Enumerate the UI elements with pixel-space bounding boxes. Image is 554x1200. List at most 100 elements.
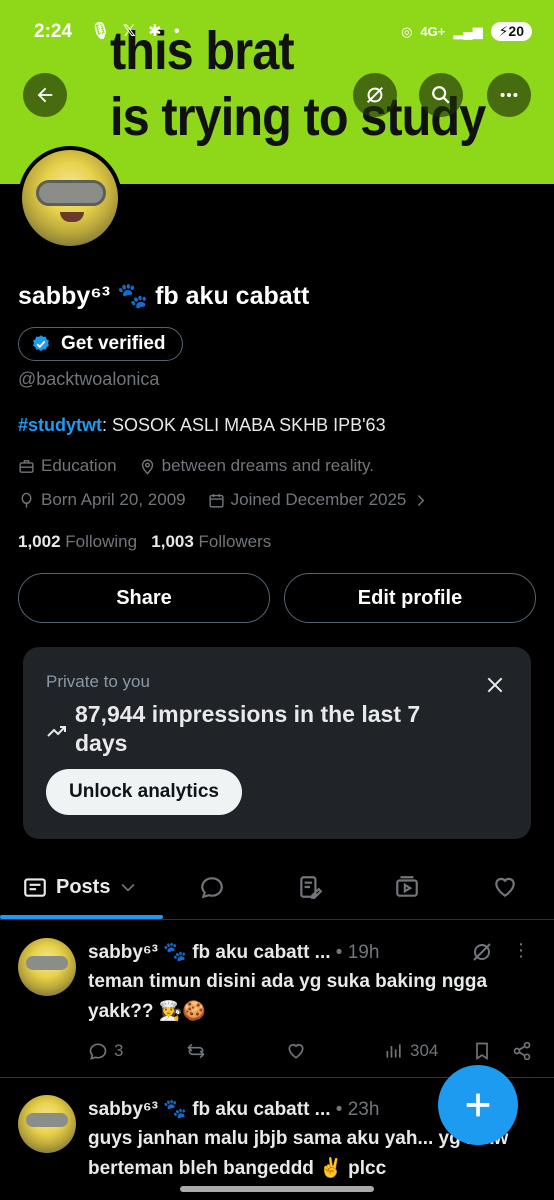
battery-level: 20 bbox=[508, 23, 524, 39]
tab-replies[interactable] bbox=[199, 874, 225, 900]
followers-link[interactable]: 1,003 Followers bbox=[151, 532, 271, 551]
avatar-goggle bbox=[26, 956, 68, 970]
profile-avatar[interactable] bbox=[18, 146, 122, 250]
category-label: Education bbox=[41, 456, 117, 475]
tab-media[interactable] bbox=[394, 874, 420, 900]
bookmark-button[interactable] bbox=[472, 1041, 492, 1061]
analytics-card: Private to you 87,944 impressions in the… bbox=[23, 647, 531, 839]
tabs-divider bbox=[0, 919, 554, 920]
joined-item[interactable]: Joined December 2025 bbox=[208, 490, 430, 510]
get-verified-label: Get verified bbox=[61, 333, 166, 354]
arrow-left-icon bbox=[37, 87, 53, 103]
profile-meta-row-2: Born April 20, 2009 Joined December 2025 bbox=[18, 490, 429, 510]
grok-icon bbox=[366, 86, 384, 104]
posts-icon bbox=[24, 878, 46, 897]
bio-text: : SOSOK ASLI MABA SKHB IPB'63 bbox=[102, 415, 386, 435]
more-horizontal-icon bbox=[500, 92, 518, 98]
followers-label: Followers bbox=[198, 532, 272, 551]
bar-chart-icon bbox=[386, 1044, 401, 1058]
location-label: between dreams and reality. bbox=[161, 456, 374, 475]
impressions-text: 87,944 impressions in the last 7 days bbox=[75, 701, 421, 756]
like-button[interactable] bbox=[286, 1041, 306, 1061]
close-icon[interactable] bbox=[485, 675, 505, 695]
post-avatar[interactable] bbox=[18, 1095, 76, 1153]
status-bar: 2:24 🎙 𝕏 ✱ • ◎ 4G+ ▂▄▆ ⚡20 bbox=[0, 18, 554, 46]
system-icons: ◎ 4G+ ▂▄▆ ⚡20 bbox=[401, 22, 532, 41]
share-button[interactable]: Share bbox=[18, 573, 270, 623]
tab-likes[interactable] bbox=[492, 874, 518, 900]
born-label: Born April 20, 2009 bbox=[41, 490, 186, 509]
follow-stats: 1,002 Following 1,003 Followers bbox=[18, 532, 271, 552]
reply-button[interactable]: 3 bbox=[88, 1041, 123, 1061]
balloon-icon bbox=[21, 492, 32, 508]
search-button[interactable] bbox=[419, 73, 463, 117]
following-link[interactable]: 1,002 Following bbox=[18, 532, 137, 551]
post-time: • 23h bbox=[335, 1099, 380, 1120]
edit-profile-button[interactable]: Edit profile bbox=[284, 573, 536, 623]
reply-icon bbox=[201, 877, 223, 899]
get-verified-button[interactable]: Get verified bbox=[18, 327, 183, 361]
repost-button[interactable] bbox=[186, 1041, 206, 1061]
category-item: Education bbox=[18, 456, 117, 476]
plus-icon bbox=[466, 1093, 490, 1117]
heart-icon bbox=[495, 877, 515, 897]
location-icon bbox=[141, 458, 153, 475]
birthday-item: Born April 20, 2009 bbox=[18, 490, 186, 510]
avatar-goggle bbox=[36, 180, 106, 206]
tab-posts[interactable]: Posts bbox=[22, 874, 138, 900]
post-author[interactable]: sabby⁶³ 🐾 fb aku cabatt ... bbox=[88, 1099, 331, 1120]
post-header: sabby⁶³ 🐾 fb aku cabatt ... • 19h bbox=[88, 940, 379, 964]
profile-tabs: Posts bbox=[0, 858, 554, 918]
share-label: Share bbox=[116, 586, 172, 609]
joined-label: Joined December 2025 bbox=[230, 490, 407, 509]
post-header: sabby⁶³ 🐾 fb aku cabatt ... • 23h bbox=[88, 1097, 379, 1121]
avatar-mouth bbox=[60, 212, 84, 222]
following-label: Following bbox=[65, 532, 138, 551]
views-button[interactable]: 304 bbox=[384, 1041, 438, 1061]
unlock-analytics-label: Unlock analytics bbox=[69, 781, 219, 802]
article-icon bbox=[300, 876, 323, 899]
calendar-icon bbox=[209, 493, 224, 508]
post-actions: 3 304 bbox=[88, 1040, 538, 1062]
verified-badge-icon bbox=[33, 335, 49, 352]
bookmark-icon bbox=[476, 1042, 488, 1061]
profile-meta-row-1: Education between dreams and reality. bbox=[18, 456, 374, 476]
signal-icon: ▂▄▆ bbox=[453, 23, 483, 39]
post-avatar[interactable] bbox=[18, 938, 76, 996]
share-icon bbox=[513, 1041, 531, 1061]
search-icon bbox=[432, 86, 450, 104]
post-author[interactable]: sabby⁶³ 🐾 fb aku cabatt ... bbox=[88, 942, 331, 963]
reply-count: 3 bbox=[114, 1041, 124, 1060]
profile-handle: @backtwoalonica bbox=[18, 369, 160, 389]
compose-post-button[interactable] bbox=[438, 1065, 518, 1145]
avatar-goggle bbox=[26, 1113, 68, 1127]
following-count: 1,002 bbox=[18, 532, 61, 551]
back-button[interactable] bbox=[23, 73, 67, 117]
edit-profile-label: Edit profile bbox=[357, 586, 463, 609]
more-vertical-icon[interactable]: ⋮ bbox=[512, 940, 530, 961]
heart-icon bbox=[288, 1043, 304, 1059]
share-post-button[interactable] bbox=[512, 1041, 532, 1061]
views-count: 304 bbox=[410, 1041, 439, 1060]
battery-indicator: ⚡20 bbox=[490, 22, 532, 41]
private-label: Private to you bbox=[46, 672, 150, 691]
grok-icon[interactable] bbox=[470, 940, 494, 964]
chevron-down-icon bbox=[122, 883, 135, 892]
status-time: 2:24 bbox=[34, 21, 73, 42]
location-item: between dreams and reality. bbox=[139, 456, 374, 476]
tab-posts-label: Posts bbox=[56, 875, 111, 898]
network-label: 4G+ bbox=[420, 24, 446, 39]
profile-name: sabby⁶³ 🐾 fb aku cabatt bbox=[18, 282, 310, 310]
trending-up-icon bbox=[47, 726, 66, 737]
home-indicator[interactable] bbox=[180, 1186, 374, 1192]
unlock-analytics-button[interactable]: Unlock analytics bbox=[46, 769, 242, 815]
more-options-button[interactable] bbox=[487, 73, 531, 117]
chevron-right-icon bbox=[418, 494, 425, 506]
tab-articles[interactable] bbox=[297, 874, 323, 900]
grok-button[interactable] bbox=[353, 73, 397, 117]
briefcase-icon bbox=[19, 459, 34, 473]
followers-count: 1,003 bbox=[151, 532, 194, 551]
post-time: • 19h bbox=[335, 942, 380, 963]
media-icon bbox=[396, 876, 418, 897]
bio-hashtag[interactable]: #studytwt bbox=[18, 415, 102, 435]
